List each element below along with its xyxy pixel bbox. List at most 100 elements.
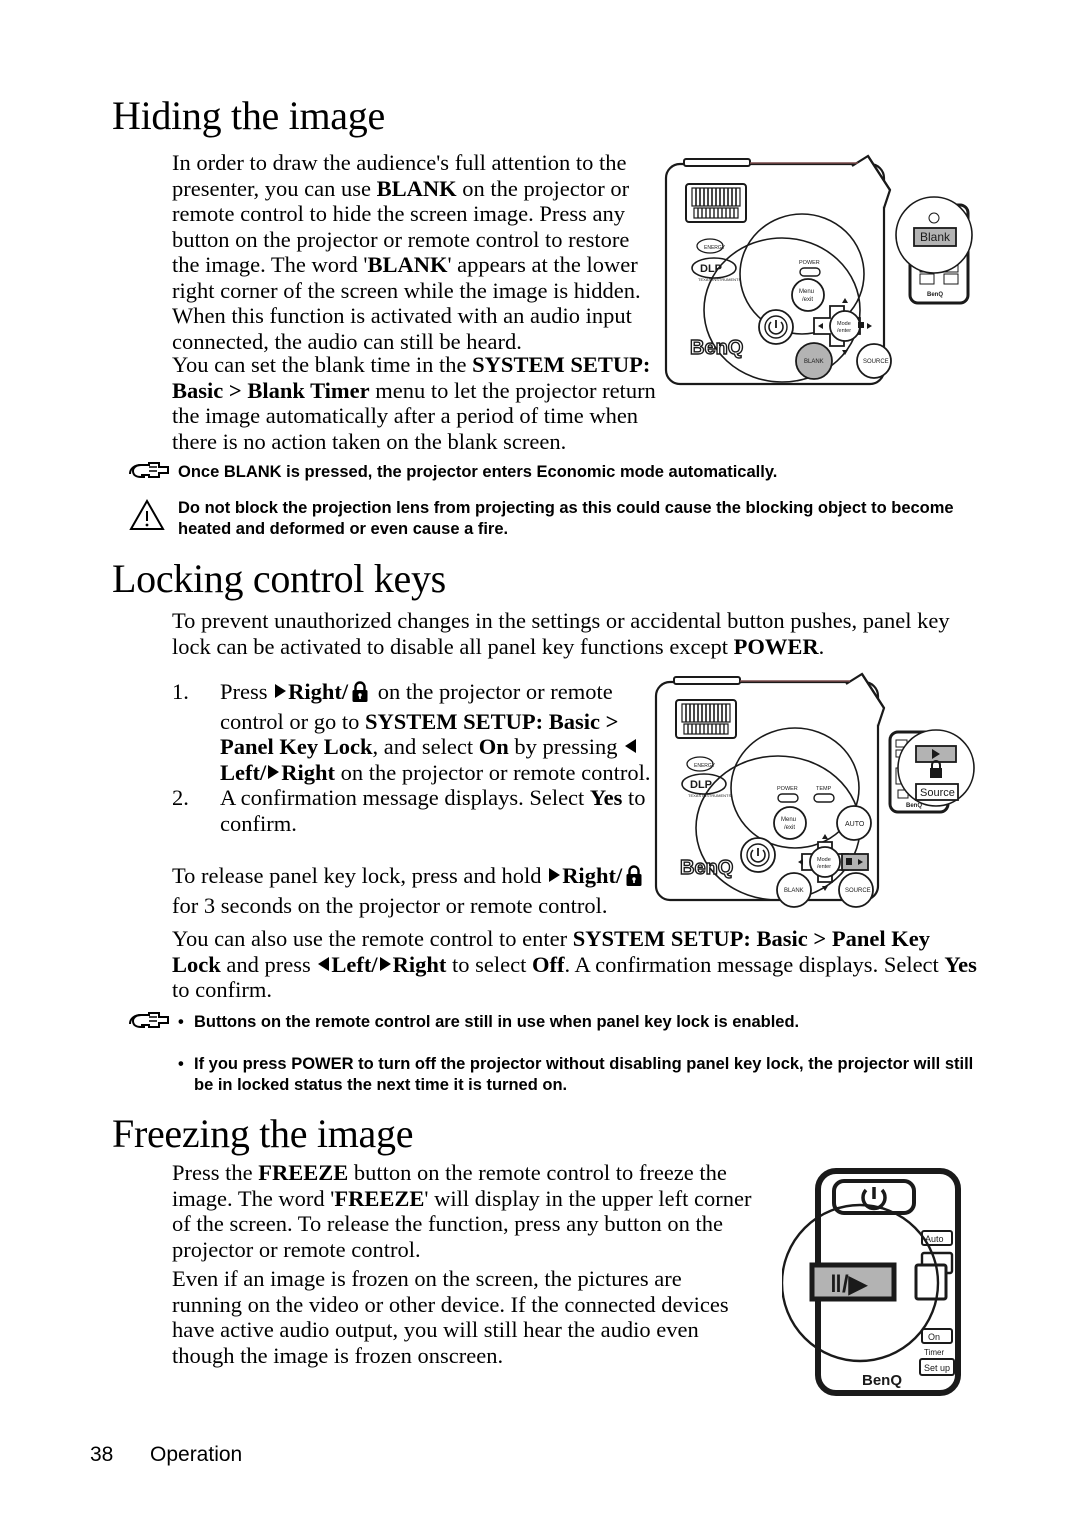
svg-text:SOURCE: SOURCE	[845, 888, 871, 894]
text-run: to confirm.	[172, 977, 272, 1002]
list-item-note: • If you press POWER to turn off the pro…	[178, 1054, 988, 1096]
text-run: to select	[446, 951, 532, 977]
value-yes: Yes	[589, 785, 623, 810]
warning-triangle-icon	[128, 498, 178, 538]
step-text: A confirmation message displays. Select …	[220, 785, 652, 836]
svg-text:‖/▶: ‖/▶	[830, 1271, 869, 1298]
text-run: , and select	[372, 734, 479, 759]
section-title-locking-control-keys: Locking control keys	[112, 556, 446, 601]
svg-text:Mode: Mode	[837, 321, 851, 327]
list-item-step-1: 1. Press Right/ on the projector or remo…	[172, 679, 652, 785]
emphasis-power: POWER	[733, 633, 819, 659]
svg-text:Menu: Menu	[799, 289, 814, 295]
svg-text:Source: Source	[920, 787, 955, 799]
key-right: Right	[281, 759, 335, 785]
svg-text:BenQ: BenQ	[927, 292, 943, 298]
note-text: Buttons on the remote control are still …	[194, 1013, 800, 1031]
emphasis-blank: BLANK	[376, 175, 457, 201]
arrow-right-icon	[275, 684, 287, 698]
step-text: Press Right/ on the projector or remote …	[220, 679, 652, 785]
key-left: Left/	[331, 951, 378, 977]
svg-text:Menu: Menu	[781, 817, 796, 823]
svg-text:BenQ: BenQ	[862, 1372, 902, 1389]
svg-text:/enter: /enter	[837, 328, 851, 334]
paragraph-remote-disable-lock: You can also use the remote control to e…	[172, 926, 980, 1003]
svg-text:BenQ: BenQ	[690, 337, 743, 359]
paragraph-blank-timer: You can set the blank time in the SYSTEM…	[172, 352, 662, 454]
key-right: Right/	[288, 679, 349, 704]
page-footer: 38 Operation	[90, 1443, 242, 1467]
emphasis-blank-word: BLANK	[367, 252, 448, 277]
key-right: Right/	[562, 863, 623, 888]
list-item-step-2: 2. A confirmation message displays. Sele…	[172, 785, 652, 836]
svg-text:TEXAS INSTRUMENTS: TEXAS INSTRUMENTS	[688, 793, 731, 798]
svg-text:/enter: /enter	[817, 864, 831, 870]
arrow-right-icon	[549, 868, 561, 882]
pointing-hand-icon	[128, 1012, 178, 1042]
text-run: on the projector or remote control.	[335, 759, 651, 785]
value-on: On	[478, 734, 509, 759]
text-run: by pressing	[508, 734, 624, 759]
note-text: If you press POWER to turn off the proje…	[194, 1055, 974, 1094]
caution-text: Do not block the projection lens from pr…	[178, 499, 954, 538]
text-run: .	[818, 633, 825, 659]
note-blank-economic-mode: Once BLANK is pressed, the projector ent…	[128, 462, 988, 492]
arrow-left-icon	[625, 739, 637, 753]
lock-icon	[351, 681, 369, 709]
svg-text:ENERGY: ENERGY	[704, 245, 726, 251]
step-number: 1.	[172, 679, 189, 704]
text-run: and press	[220, 951, 317, 977]
svg-text:/exit: /exit	[802, 297, 813, 303]
key-left: Left/	[220, 759, 267, 785]
bullet-icon: •	[178, 1055, 184, 1073]
lock-icon	[625, 865, 643, 893]
text-run: for 3 seconds on the projector or remote…	[172, 892, 608, 918]
svg-text:POWER: POWER	[799, 260, 820, 266]
arrow-right-icon	[268, 764, 280, 779]
arrow-left-icon	[318, 956, 330, 971]
list-item-note: • Buttons on the remote control are stil…	[178, 1012, 988, 1033]
emphasis-freeze-word: FREEZE	[334, 1185, 425, 1211]
svg-text:BLANK: BLANK	[804, 359, 824, 365]
value-yes: Yes	[944, 951, 977, 977]
text-run: . A confirmation message displays. Selec…	[564, 951, 945, 977]
svg-text:Timer: Timer	[924, 1348, 944, 1357]
illustration-projector-key-lock: ENERGY DLP TEXAS INSTRUMENTS POWER TEMP …	[650, 668, 980, 923]
text-run: To prevent unauthorized changes in the s…	[172, 608, 950, 659]
manual-page: Hiding the image In order to draw the au…	[0, 0, 1080, 1529]
key-right: Right	[392, 951, 447, 977]
text-run: Press	[220, 679, 274, 704]
note-list: • Buttons on the remote control are stil…	[178, 1012, 988, 1096]
svg-text:Mode: Mode	[817, 857, 831, 863]
paragraph-hiding-intro: In order to draw the audience's full att…	[172, 150, 662, 354]
illustration-remote-freeze-button: Auto On Timer Set up BenQ ‖/▶	[780, 1143, 982, 1408]
svg-text:AUTO: AUTO	[845, 821, 865, 828]
text-run: You can also use the remote control to e…	[172, 926, 573, 951]
svg-text:BLANK: BLANK	[784, 888, 804, 894]
svg-text:SOURCE: SOURCE	[863, 359, 889, 365]
arrow-right-icon	[379, 956, 391, 971]
caution-do-not-block-lens: Do not block the projection lens from pr…	[128, 498, 978, 540]
locking-steps-list: 1. Press Right/ on the projector or remo…	[172, 679, 652, 836]
bullet-icon: •	[178, 1013, 184, 1031]
svg-text:TEXAS INSTRUMENTS: TEXAS INSTRUMENTS	[698, 277, 741, 282]
emphasis-freeze: FREEZE	[258, 1160, 349, 1185]
svg-text:On: On	[928, 1332, 940, 1342]
note-panel-key-lock: • Buttons on the remote control are stil…	[128, 1012, 988, 1096]
paragraph-release-key-lock: To release panel key lock, press and hol…	[172, 863, 662, 918]
section-title-hiding-the-image: Hiding the image	[112, 93, 385, 138]
page-number: 38	[90, 1443, 114, 1466]
svg-text:Set up: Set up	[924, 1363, 950, 1373]
text-run: To release panel key lock, press and hol…	[172, 863, 548, 888]
value-off: Off	[531, 951, 565, 977]
svg-text:POWER: POWER	[777, 786, 798, 792]
note-text: Once BLANK is pressed, the projector ent…	[178, 463, 778, 481]
svg-text:TEMP: TEMP	[816, 786, 832, 792]
svg-text:ENERGY: ENERGY	[694, 763, 716, 769]
step-number: 2.	[172, 785, 189, 810]
text-run: You can set the blank time in the	[172, 352, 473, 377]
footer-section-label: Operation	[150, 1443, 243, 1466]
text-run: Press the	[172, 1160, 259, 1185]
text-run: A confirmation message displays. Select	[220, 785, 590, 810]
